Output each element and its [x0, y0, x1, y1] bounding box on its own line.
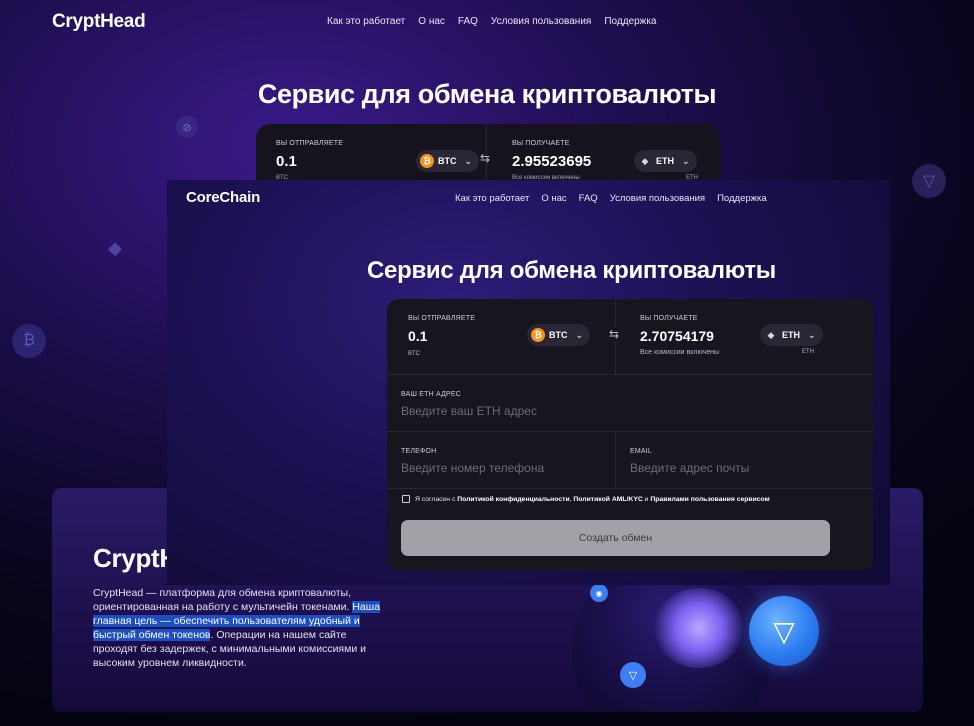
front-hero-title: Сервис для обмена криптовалюты: [367, 257, 776, 284]
receive-amount: 2.70754179: [640, 328, 714, 344]
back-receive-coin-select[interactable]: ◆ ETH ⌄: [634, 150, 697, 172]
back-header: CryptHead Как это работает О нас FAQ Усл…: [0, 0, 974, 44]
decorative-coin-icon: ⊘: [176, 116, 198, 138]
swap-arrows-icon[interactable]: ⇆: [608, 327, 621, 341]
create-exchange-button[interactable]: Создать обмен: [401, 520, 830, 556]
bitcoin-icon: ₿: [420, 154, 434, 168]
receive-coin-name: ETH: [782, 330, 800, 340]
privacy-policy-link[interactable]: Политикой конфиденциальности: [457, 496, 569, 503]
about-title: CryptH: [93, 543, 178, 573]
back-hero-title: Сервис для обмена криптовалюты: [257, 79, 717, 109]
phone-input[interactable]: Введите номер телефона: [401, 461, 544, 475]
front-page-screenshot: CoreChain Как это работает О нас FAQ Усл…: [167, 180, 890, 585]
chevron-down-icon: ⌄: [464, 155, 473, 166]
front-nav-faq[interactable]: FAQ: [579, 193, 598, 204]
consent-checkbox[interactable]: [402, 495, 410, 503]
back-nav-about[interactable]: О нас: [418, 16, 445, 27]
ton-icon: ▽: [749, 596, 819, 666]
receive-coin-tag: ETH: [802, 349, 814, 355]
consent-text: Я согласен с Политикой конфиденциальност…: [415, 496, 770, 503]
ethereum-icon: ◆: [641, 155, 649, 166]
about-text: CryptHead — платформа для обмена криптов…: [93, 586, 393, 670]
swap-arrows-icon[interactable]: ⇆: [480, 151, 490, 165]
back-nav-how-it-works[interactable]: Как это работает: [327, 16, 405, 27]
chevron-down-icon: ⌄: [575, 329, 584, 340]
decorative-ethereum-icon: ◆: [108, 237, 122, 258]
decorative-coin-icon: ◉: [590, 584, 608, 602]
front-nav-terms[interactable]: Условия пользования: [610, 193, 705, 204]
eth-address-input[interactable]: Введите ваш ETH адрес: [401, 404, 537, 418]
send-label: ВЫ ОТПРАВЛЯЕТЕ: [408, 315, 476, 322]
send-coin-select[interactable]: ₿ BTC ⌄: [527, 324, 591, 346]
receive-fee-note: Все комиссии включены: [640, 349, 720, 356]
about-text-intro: CryptHead — платформа для обмена криптов…: [93, 587, 353, 613]
back-send-amount[interactable]: 0.1: [276, 153, 297, 170]
back-nav-faq[interactable]: FAQ: [458, 16, 478, 27]
decorative-ton-icon: ▽: [620, 662, 646, 688]
decorative-bitcoin-icon: ₿: [12, 324, 46, 358]
email-input[interactable]: Введите адрес почты: [630, 461, 749, 475]
receive-label: ВЫ ПОЛУЧАЕТЕ: [640, 315, 698, 322]
back-nav-support[interactable]: Поддержка: [604, 16, 656, 27]
chevron-down-icon: ⌄: [808, 329, 816, 340]
planet-glow: [654, 588, 744, 668]
back-send-panel: ВЫ ОТПРАВЛЯЕТЕ 0.1 BTC ₿ BTC ⌄: [276, 124, 480, 181]
front-nav-links: Как это работает О нас FAQ Условия польз…: [455, 193, 779, 204]
send-coin-name: BTC: [549, 330, 568, 340]
aml-kyc-policy-link[interactable]: Политикой AML/KYC: [573, 496, 642, 503]
phone-label: ТЕЛЕФОН: [401, 448, 437, 455]
send-coin-tag: BTC: [408, 351, 420, 357]
receive-coin-select[interactable]: ◆ ETH ⌄: [760, 324, 823, 346]
send-amount-input[interactable]: 0.1: [408, 328, 427, 344]
back-receive-amount: 2.95523695: [512, 153, 592, 170]
back-send-label: ВЫ ОТПРАВЛЯЕТЕ: [276, 140, 344, 147]
front-nav-support[interactable]: Поддержка: [717, 193, 767, 204]
decorative-tron-icon: ▽: [912, 164, 946, 198]
back-send-coin-name: BTC: [438, 156, 457, 166]
front-nav-about[interactable]: О нас: [541, 193, 566, 204]
email-label: EMAIL: [630, 448, 653, 455]
front-nav-how-it-works[interactable]: Как это работает: [455, 193, 529, 204]
back-receive-panel: ВЫ ПОЛУЧАЕТЕ 2.95523695 Все комиссии вкл…: [512, 124, 702, 181]
front-exchange-widget: ВЫ ОТПРАВЛЯЕТЕ 0.1 BTC ₿ BTC ⌄ ⇆ ВЫ ПОЛУ…: [387, 299, 873, 571]
back-receive-label: ВЫ ПОЛУЧАЕТЕ: [512, 140, 570, 147]
bitcoin-icon: ₿: [531, 328, 545, 342]
back-receive-coin-name: ETH: [656, 156, 674, 166]
back-nav-links: Как это работает О нас FAQ Условия польз…: [327, 16, 670, 27]
back-logo[interactable]: CryptHead: [52, 11, 146, 33]
service-rules-link[interactable]: Правилами пользования сервисом: [650, 496, 769, 503]
contact-divider: [615, 432, 616, 489]
chevron-down-icon: ⌄: [682, 155, 690, 166]
back-send-coin-select[interactable]: ₿ BTC ⌄: [416, 150, 480, 172]
eth-address-label: ВАШ ETH АДРЕС: [401, 391, 462, 398]
back-nav-terms[interactable]: Условия пользования: [491, 16, 591, 27]
ethereum-icon: ◆: [767, 329, 775, 340]
consent-prefix: Я согласен с: [415, 495, 458, 503]
front-logo[interactable]: CoreChain: [186, 189, 260, 206]
consent-row: Я согласен с Политикой конфиденциальност…: [402, 495, 770, 503]
